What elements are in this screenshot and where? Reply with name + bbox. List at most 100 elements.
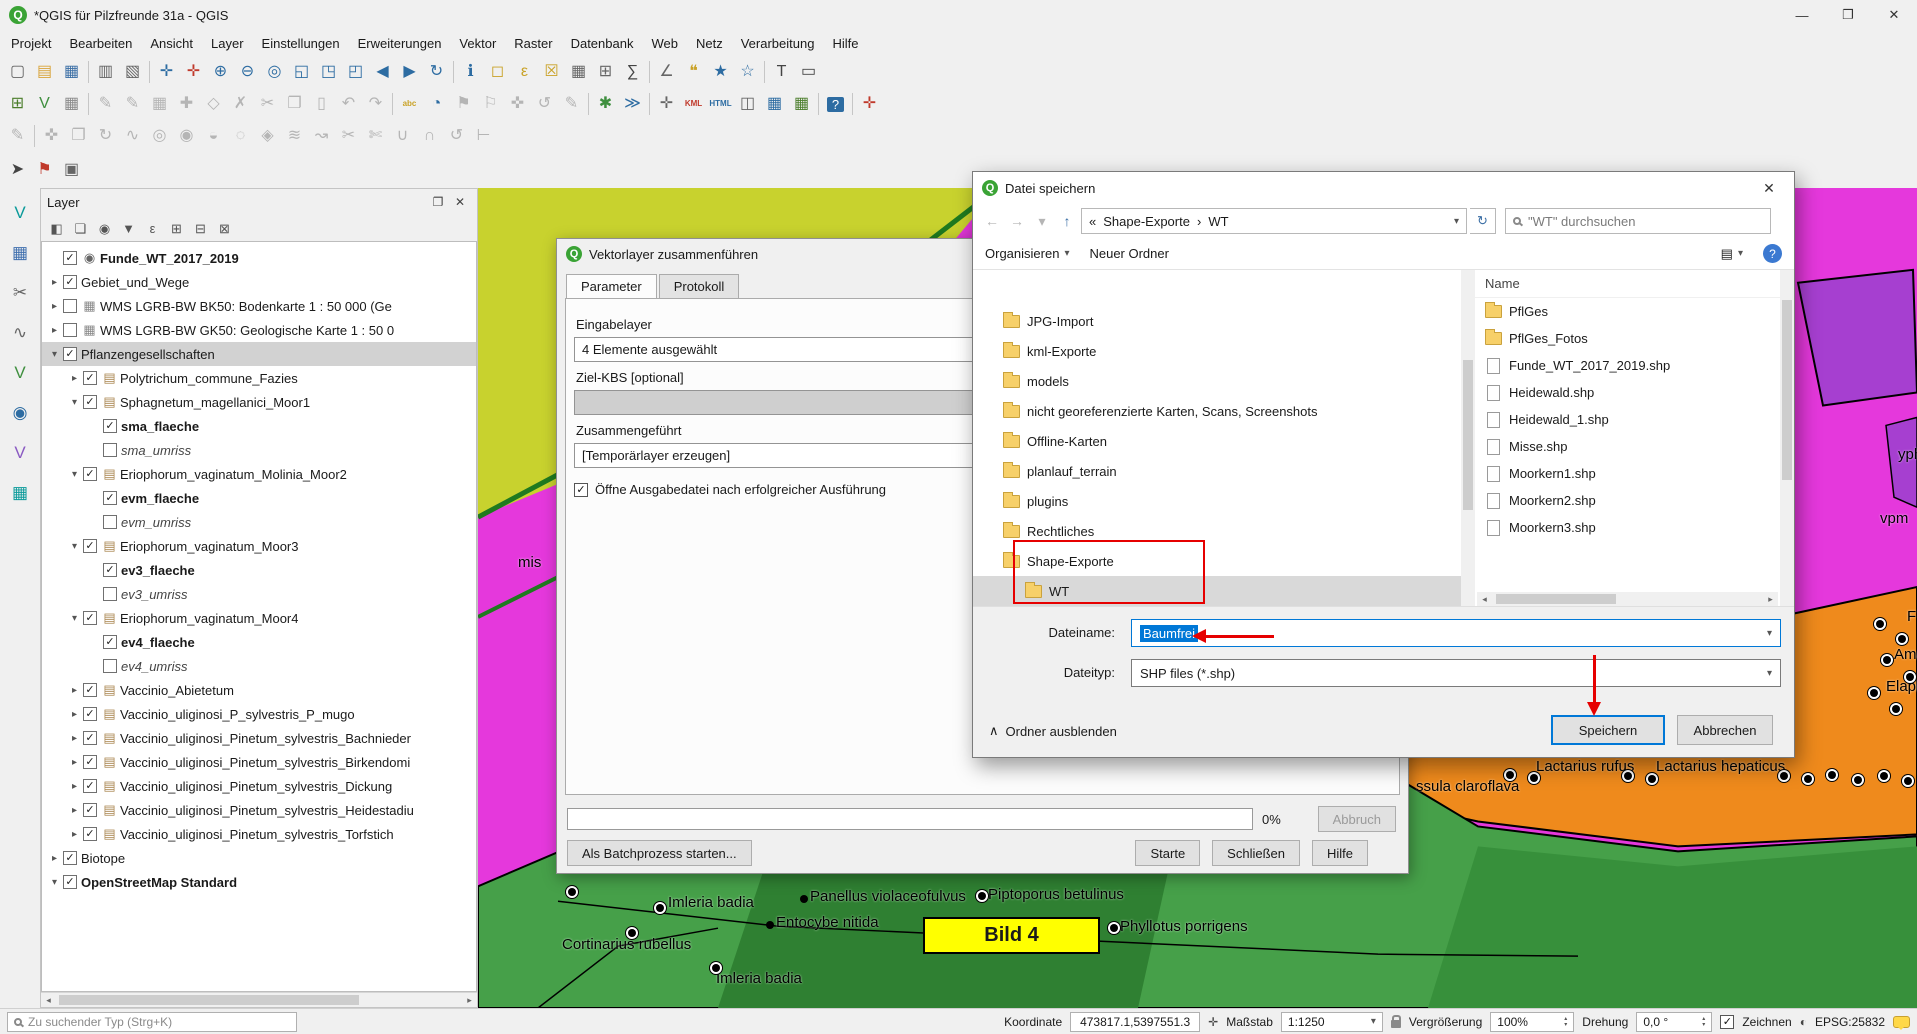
raster-tools-button[interactable]: ▦ (6, 238, 34, 266)
merge-feature-attributes-button[interactable]: ∩ (416, 123, 443, 149)
zoom-out-button[interactable]: ⊖ (234, 59, 261, 85)
coordinate-input[interactable]: 473817.1,5397551.3 (1070, 1012, 1200, 1032)
rotate-feature-button[interactable]: ↻ (92, 123, 119, 149)
expander-icon[interactable]: ▾ (68, 541, 81, 552)
layer-tree-row[interactable]: sma_umriss (42, 438, 476, 462)
line-tools-button[interactable]: ∿ (6, 318, 34, 346)
menu-hilfe[interactable]: Hilfe (823, 32, 867, 55)
menu-erweiterungen[interactable]: Erweiterungen (349, 32, 451, 55)
layer-checkbox[interactable] (103, 587, 117, 601)
remove-layer-button[interactable]: ⊠ (213, 217, 236, 239)
undock-panel-icon[interactable]: ❐ (427, 195, 449, 209)
folder-tree-scrollbar[interactable] (1461, 270, 1475, 608)
new-project-button[interactable]: ▢ (4, 59, 31, 85)
file-list-file-row[interactable]: Moorkern3.shp (1475, 514, 1780, 541)
menu-bearbeiten[interactable]: Bearbeiten (60, 32, 141, 55)
expander-icon[interactable]: ▸ (68, 781, 81, 792)
layer-tree-row[interactable]: ▸▦WMS LGRB-BW BK50: Bodenkarte 1 : 50 00… (42, 294, 476, 318)
layer-checkbox[interactable]: ✓ (83, 683, 97, 697)
reshape-features-button[interactable]: ↝ (308, 123, 335, 149)
expander-icon[interactable]: ▾ (68, 613, 81, 624)
menu-datenbank[interactable]: Datenbank (562, 32, 643, 55)
expander-icon[interactable]: ▸ (68, 757, 81, 768)
open-layer-styling-button[interactable]: ◧ (45, 217, 68, 239)
processing-toolbox-button[interactable]: ✱ (592, 91, 619, 117)
crs-icon[interactable]: ◐ (1800, 1015, 1807, 1029)
layer-tree-row[interactable]: ▾✓▤Eriophorum_vaginatum_Moor3 (42, 534, 476, 558)
maximize-button[interactable]: ❐ (1825, 0, 1871, 30)
change-label-properties-button[interactable]: ✎ (558, 91, 585, 117)
layer-checkbox[interactable]: ✓ (103, 419, 117, 433)
save-button[interactable]: Speichern (1551, 715, 1665, 745)
layer-checkbox[interactable] (63, 323, 77, 337)
layer-checkbox[interactable]: ✓ (63, 275, 77, 289)
paste-features-button[interactable]: ▯ (308, 91, 335, 117)
zoom-next-button[interactable]: ▶ (396, 59, 423, 85)
vector-selection-tools-button[interactable]: V (6, 198, 34, 226)
layer-tree-row[interactable]: ✓sma_flaeche (42, 414, 476, 438)
breadcrumb-shape-exporte[interactable]: Shape-Exporte (1103, 214, 1190, 229)
layer-tree-row[interactable]: ▸▦WMS LGRB-BW GK50: Geologische Karte 1 … (42, 318, 476, 342)
file-list-folder-row[interactable]: PflGes_Fotos (1475, 325, 1780, 352)
magnifier-spinbox[interactable]: 100% ▴ ▾ (1490, 1012, 1574, 1032)
rotate-label-button[interactable]: ↺ (531, 91, 558, 117)
layer-tree-row[interactable]: ▾✓▤Sphagnetum_magellanici_Moor1 (42, 390, 476, 414)
layer-tree-row[interactable]: ▸✓▤Vaccinio_uliginosi_Pinetum_sylvestris… (42, 774, 476, 798)
help-button[interactable]: Hilfe (1312, 840, 1368, 866)
folder-tree-item[interactable]: JPG-Import (973, 306, 1461, 336)
data-grid-button[interactable]: ▦ (761, 91, 788, 117)
folder-tree-item[interactable]: plugins (973, 486, 1461, 516)
file-list-file-row[interactable]: Heidewald.shp (1475, 379, 1780, 406)
menu-einstellungen[interactable]: Einstellungen (253, 32, 349, 55)
folder-tree-item[interactable]: Offline-Karten (973, 426, 1461, 456)
layer-tree-row[interactable]: ▸✓Biotope (42, 846, 476, 870)
layer-checkbox[interactable]: ✓ (83, 707, 97, 721)
rotate-point-symbols-button[interactable]: ↺ (443, 123, 470, 149)
layer-tree-row[interactable]: ev3_umriss (42, 582, 476, 606)
tab-parameter[interactable]: Parameter (566, 274, 657, 298)
layer-checkbox[interactable]: ✓ (83, 755, 97, 769)
expander-icon[interactable]: ▸ (68, 685, 81, 696)
attribute-grid-button[interactable]: ▦ (6, 478, 34, 506)
show-bookmarks-button[interactable]: ☆ (734, 59, 761, 85)
trim-extend-button[interactable]: ⊢ (470, 123, 497, 149)
layer-tree-row[interactable]: ▸✓▤Vaccinio_uliginosi_Pinetum_sylvestris… (42, 822, 476, 846)
layer-tree-row[interactable]: ▸✓▤Vaccinio_uliginosi_Pinetum_sylvestris… (42, 726, 476, 750)
file-list-file-row[interactable]: Heidewald_1.shp (1475, 406, 1780, 433)
expander-icon[interactable]: ▸ (48, 301, 61, 312)
vector-analysis-button[interactable]: V (6, 358, 34, 386)
close-button[interactable]: ✕ (1871, 0, 1917, 30)
deselect-features-button[interactable]: ☒ (538, 59, 565, 85)
refresh-map-button[interactable]: ↻ (423, 59, 450, 85)
chevron-down-icon[interactable]: ▾ (1767, 628, 1772, 639)
scrollbar-thumb[interactable] (59, 995, 359, 1005)
merge-features-button[interactable]: ∪ (389, 123, 416, 149)
name-column-header[interactable]: Name (1485, 276, 1520, 291)
messages-icon[interactable] (1893, 1016, 1910, 1028)
menu-projekt[interactable]: Projekt (2, 32, 60, 55)
layer-tree-row[interactable]: ev4_umriss (42, 654, 476, 678)
folder-tree-item[interactable]: kml-Exporte (973, 336, 1461, 366)
split-parts-button[interactable]: ✄ (362, 123, 389, 149)
layer-tree-row[interactable]: ▾✓▤Eriophorum_vaginatum_Molinia_Moor2 (42, 462, 476, 486)
layer-checkbox[interactable]: ✓ (103, 563, 117, 577)
layer-checkbox[interactable] (103, 443, 117, 457)
layer-checkbox[interactable]: ✓ (83, 803, 97, 817)
collapse-all-button[interactable]: ⊟ (189, 217, 212, 239)
filename-input[interactable]: Baumfrei ▾ (1131, 619, 1781, 647)
field-calculator-button[interactable]: ⊞ (592, 59, 619, 85)
layer-checkbox[interactable]: ✓ (83, 371, 97, 385)
delete-ring-button[interactable]: ◌ (227, 123, 254, 149)
layer-tree-row[interactable]: ▾✓Pflanzengesellschaften (42, 342, 476, 366)
layer-checkbox[interactable]: ✓ (83, 539, 97, 553)
layer-checkbox[interactable]: ✓ (103, 491, 117, 505)
pan-map-button[interactable]: ✛ (153, 59, 180, 85)
file-list-header[interactable]: Name (1475, 270, 1780, 298)
zoom-last-button[interactable]: ◀ (369, 59, 396, 85)
address-bar[interactable]: « Shape-Exporte › WT ▾ (1081, 208, 1467, 234)
view-mode-button[interactable]: ▤ ▾ (1721, 246, 1743, 262)
rotation-spinbox[interactable]: 0,0 ° ▴ ▾ (1636, 1012, 1712, 1032)
undo-button[interactable]: ↶ (335, 91, 362, 117)
locator-search-input[interactable]: Zu suchender Typ (Strg+K) (7, 1012, 297, 1032)
open-project-button[interactable]: ▤ (31, 59, 58, 85)
